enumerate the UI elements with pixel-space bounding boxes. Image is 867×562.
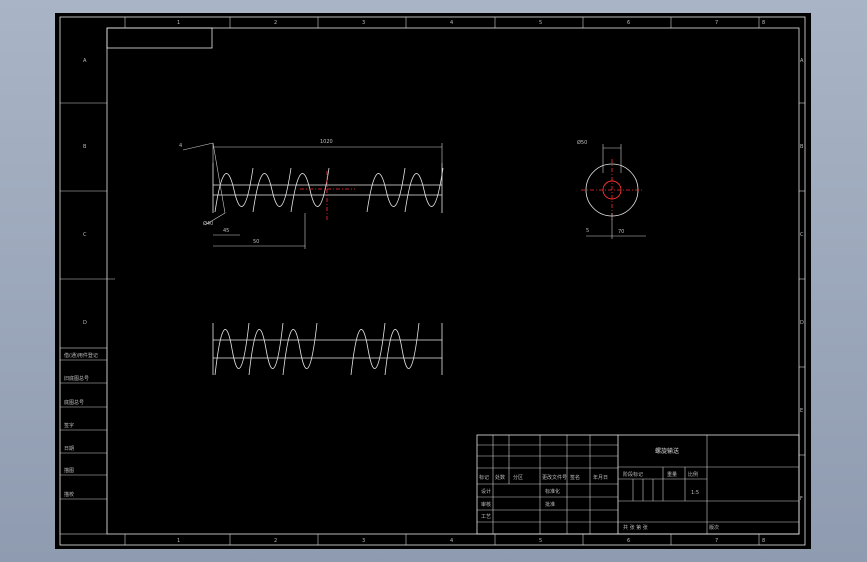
tb-review: 审核 (481, 501, 491, 508)
dim-section-width: 4 (179, 143, 182, 149)
zone-col-bottom-7: 7 (715, 538, 718, 544)
dim-pitch: 50 (253, 239, 259, 245)
zone-row-right-E: E (800, 408, 803, 414)
zone-col-top-3: 3 (362, 20, 365, 26)
screw-lower-view[interactable] (212, 322, 443, 376)
zone-ticks (60, 17, 805, 545)
left-table-row-3: 签字 (64, 422, 74, 429)
screw-side-view[interactable]: Ø50 70 5 (577, 139, 646, 239)
tb-sheet-info: 共 张 第 张 (623, 524, 648, 531)
dim-hub-width: 70 (618, 229, 624, 235)
code-box (106, 27, 213, 49)
zone-row-right-C: C (800, 232, 804, 238)
zone-col-top-1: 1 (177, 20, 180, 26)
zone-col-top-7: 7 (715, 20, 718, 26)
zone-row-left-A: A (83, 58, 87, 64)
drawing-sheet: 12345678 12345678 ABCD ABCDEF 1020 50 45… (59, 16, 806, 546)
screw-front-view[interactable]: 1020 50 45 4 Ø40 (179, 139, 444, 249)
tb-h-count: 处数 (495, 474, 505, 481)
tb-weight: 重量 (667, 471, 677, 478)
inner-border (106, 27, 800, 535)
zone-col-bottom-1: 1 (177, 538, 180, 544)
tb-h-mark: 标记 (479, 474, 489, 481)
left-table-row-2: 底图总号 (64, 399, 84, 406)
zone-col-top-4: 4 (450, 20, 453, 26)
left-table-row-1: 旧底图总号 (64, 375, 89, 382)
tb-design: 设计 (481, 488, 491, 495)
zone-row-left-B: B (83, 144, 87, 150)
dim-overall-length: 1020 (320, 139, 333, 145)
title-block (476, 434, 800, 535)
part-name: 螺旋输送 (655, 447, 679, 455)
zone-row-right-B: B (800, 144, 804, 150)
zone-row-right-D: D (800, 320, 804, 326)
zone-row-left-C: C (83, 232, 87, 238)
left-table-row-4: 日期 (64, 446, 74, 452)
zone-col-top-2: 2 (274, 20, 277, 26)
left-table-row-0: 借(通)用件登记 (64, 352, 98, 359)
tb-version: 版次 (709, 524, 719, 531)
zone-row-left-D: D (83, 320, 87, 326)
zone-row-right-F: F (800, 496, 803, 502)
zone-col-top-8: 8 (762, 20, 765, 26)
dim-diameter-b: Ø50 (577, 139, 587, 146)
zone-col-bottom-3: 3 (362, 538, 365, 544)
cad-drawing-canvas[interactable]: 12345678 12345678 ABCD ABCDEF 1020 50 45… (55, 13, 811, 549)
zone-col-bottom-5: 5 (539, 538, 542, 544)
dim-diameter-a: Ø40 (203, 220, 213, 227)
zone-col-top-6: 6 (627, 20, 630, 26)
dim-end-gap: 45 (223, 228, 229, 234)
outer-frame (59, 16, 806, 546)
tb-approve: 批准 (545, 501, 555, 508)
title-block-text: 螺旋输送 标记 处数 分区 更改文件号 签名 年月日 设计 审核 工艺 标准化 … (479, 447, 719, 531)
tb-h-date: 年月日 (593, 474, 608, 481)
left-table-row-6: 描校 (64, 491, 74, 498)
tb-standard: 标准化 (545, 488, 560, 495)
svg-text:5: 5 (586, 228, 589, 234)
tb-h-sign: 签名 (570, 474, 580, 481)
tb-stage: 阶段标记 (623, 471, 643, 478)
zone-col-bottom-2: 2 (274, 538, 277, 544)
tb-process: 工艺 (481, 514, 491, 520)
left-table-row-5: 描图 (64, 467, 74, 474)
tb-scale-label: 比例 (688, 471, 698, 478)
zone-col-bottom-4: 4 (450, 538, 453, 544)
tb-scale-value: 1:5 (691, 490, 699, 496)
zone-col-top-5: 5 (539, 20, 542, 26)
tb-h-zone: 分区 (513, 474, 523, 481)
zone-col-bottom-6: 6 (627, 538, 630, 544)
zone-col-bottom-8: 8 (762, 538, 765, 544)
tb-h-change: 更改文件号 (542, 474, 567, 481)
zone-row-right-A: A (800, 58, 804, 64)
